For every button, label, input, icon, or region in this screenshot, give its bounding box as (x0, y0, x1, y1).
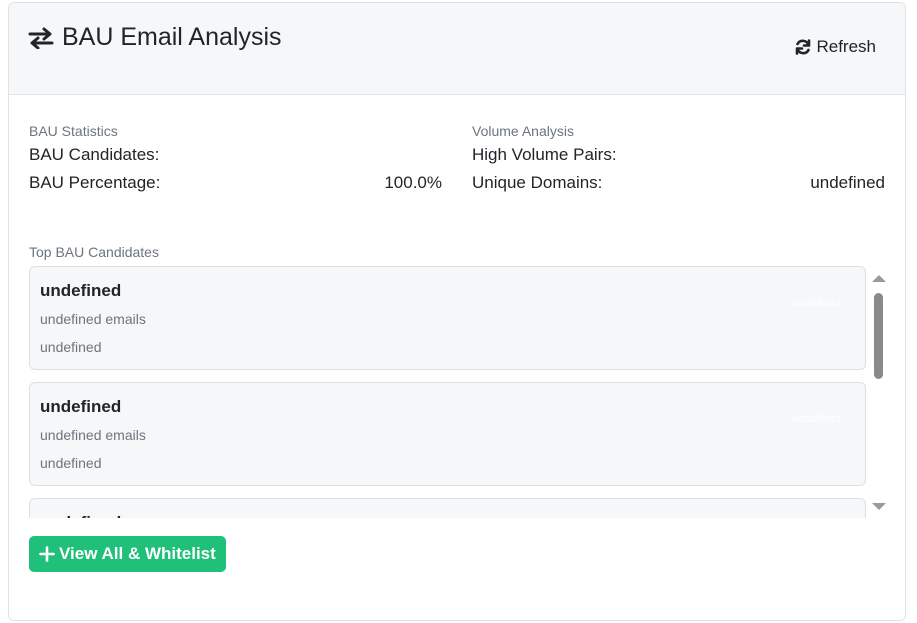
candidate-badge: undefined (792, 413, 841, 425)
volume-analysis-section: Volume Analysis High Volume Pairs: Uniqu… (472, 121, 885, 197)
page-title: BAU Email Analysis (28, 23, 282, 52)
bau-percentage-row: BAU Percentage: 100.0% (29, 169, 442, 197)
title-text: BAU Email Analysis (62, 23, 282, 51)
refresh-button[interactable]: Refresh (794, 37, 876, 57)
unique-domains-label: Unique Domains: (472, 173, 603, 192)
top-bau-candidates-title: Top BAU Candidates (29, 244, 159, 260)
exchange-arrows-icon (28, 27, 54, 49)
scrollbar-thumb[interactable] (874, 293, 883, 379)
list-item[interactable]: undefined undefined emails undefined und… (29, 382, 866, 486)
bau-percentage-value: 100.0% (384, 173, 442, 192)
refresh-icon (796, 39, 811, 55)
candidate-badge: undefined (792, 297, 841, 309)
candidate-detail: undefined (40, 339, 102, 355)
list-item[interactable]: undefined undefined emails undefined und… (29, 266, 866, 370)
candidate-detail: undefined (40, 455, 102, 471)
unique-domains-row: Unique Domains: undefined (472, 169, 885, 197)
candidate-name: undefined (40, 397, 122, 416)
candidate-email-count: undefined emails (40, 311, 146, 327)
refresh-label: Refresh (816, 37, 876, 56)
list-scrollbar[interactable] (871, 266, 887, 518)
candidate-name: undefined (40, 281, 122, 300)
high-volume-pairs-label: High Volume Pairs: (472, 145, 617, 164)
volume-analysis-title: Volume Analysis (472, 123, 574, 139)
view-all-label: View All & Whitelist (59, 544, 216, 563)
high-volume-pairs-row: High Volume Pairs: (472, 141, 885, 169)
unique-domains-value: undefined (810, 173, 885, 192)
scroll-down-arrow-icon[interactable] (872, 503, 886, 510)
scroll-up-arrow-icon[interactable] (872, 275, 886, 282)
plus-icon (39, 546, 55, 562)
candidate-email-count: undefined emails (40, 427, 146, 443)
bau-email-analysis-card: BAU Email Analysis Refresh BAU Statistic… (8, 2, 906, 621)
view-all-whitelist-button[interactable]: View All & Whitelist (29, 536, 226, 572)
bau-candidates-row: BAU Candidates: (29, 141, 442, 169)
bau-percentage-label: BAU Percentage: (29, 173, 161, 192)
list-item[interactable]: undefined (29, 498, 866, 518)
candidates-list[interactable]: undefined undefined emails undefined und… (29, 266, 887, 518)
bau-statistics-title: BAU Statistics (29, 123, 118, 139)
bau-statistics-section: BAU Statistics BAU Candidates: BAU Perce… (29, 121, 442, 197)
candidate-name: undefined (40, 513, 121, 518)
bau-candidates-label: BAU Candidates: (29, 145, 160, 164)
card-header: BAU Email Analysis Refresh (9, 3, 905, 95)
